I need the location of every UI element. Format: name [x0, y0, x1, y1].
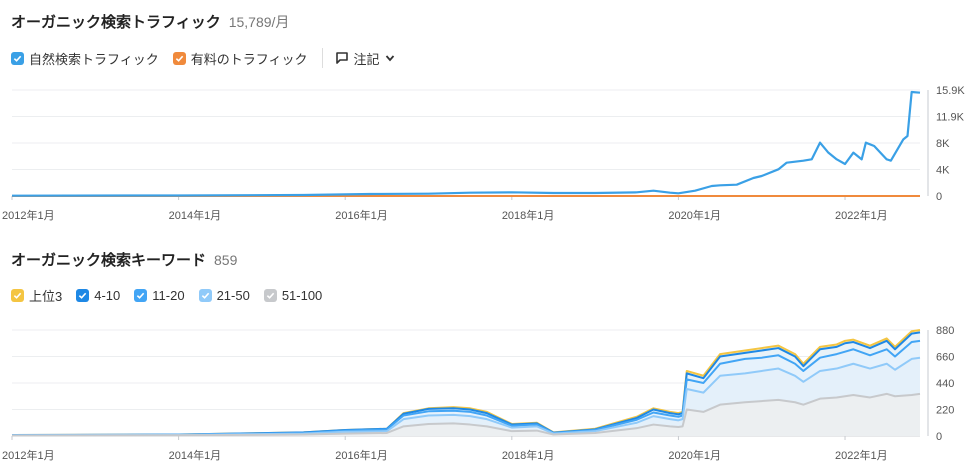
checkbox-checked-icon[interactable]	[76, 289, 90, 302]
legend-paid-traffic[interactable]: 有料のトラフィック	[172, 49, 308, 68]
legend-label: 21-50	[216, 288, 250, 303]
legend-11-20[interactable]: 11-20	[134, 288, 185, 303]
notes-label: 注記	[353, 51, 380, 67]
y-tick-label: 0	[936, 431, 942, 443]
y-tick-label: 4K	[936, 165, 950, 177]
x-tick-label: 2014年1月	[169, 448, 222, 462]
keywords-chart: 0 220 440 660 880 2012年1月 2014年1月 2016年1月 2018年1…	[2, 325, 954, 462]
x-tick-label: 2022年1月	[835, 448, 888, 462]
x-tick-label: 2016年1月	[335, 448, 388, 462]
legend-label: 有料のトラフィック	[190, 51, 308, 67]
divider	[321, 48, 323, 68]
legend-51-100[interactable]: 51-100	[263, 288, 323, 303]
y-tick-label: 440	[936, 378, 954, 390]
notes-dropdown[interactable]: 注記	[335, 49, 395, 68]
legend-label: 上位3	[29, 289, 63, 304]
chevron-down-icon	[385, 53, 395, 63]
checkbox-checked-icon[interactable]	[134, 289, 148, 302]
x-tick-label: 2014年1月	[169, 208, 222, 222]
y-tick-label: 220	[936, 405, 954, 417]
legend-top3[interactable]: 上位3	[11, 286, 62, 305]
y-tick-label: 15.9K	[936, 85, 965, 97]
checkbox-checked-icon[interactable]	[11, 51, 24, 65]
series-line-organic-traffic	[11, 90, 921, 197]
legend-label: 11-20	[152, 288, 185, 303]
checkbox-checked-icon[interactable]	[172, 51, 186, 65]
traffic-chart: 0 4K 8K 11.9K 15.9K 2012年1月 2014年1月 2016年1月 2018…	[2, 85, 965, 222]
y-tick-label: 0	[936, 191, 942, 203]
x-tick-label: 2016年1月	[335, 208, 388, 222]
legend-label: 4-10	[94, 288, 121, 303]
x-tick-label: 2018年1月	[502, 208, 555, 222]
keywords-title: オーガニック検索キーワード 859	[11, 249, 237, 270]
x-tick-label: 2018年1月	[502, 448, 555, 462]
traffic-value: 15,789/月	[228, 14, 290, 30]
y-tick-label: 660	[936, 352, 954, 364]
y-tick-label: 11.9K	[936, 112, 965, 124]
legend-label: 51-100	[281, 288, 323, 303]
x-tick-label: 2012年1月	[2, 208, 55, 222]
keywords-value: 859	[214, 252, 238, 268]
keywords-legend: 上位3 4-10 11-20 21-50 51-100	[11, 286, 336, 305]
checkbox-checked-icon[interactable]	[263, 289, 277, 302]
traffic-title: オーガニック検索トラフィック 15,789/月	[11, 11, 289, 32]
traffic-legend: 自然検索トラフィック 有料のトラフィック 注記	[11, 48, 395, 68]
y-tick-label: 880	[936, 325, 954, 337]
x-tick-label: 2020年1月	[668, 208, 721, 222]
y-tick-label: 8K	[936, 138, 950, 150]
legend-label: 自然検索トラフィック	[29, 51, 159, 67]
legend-4-10[interactable]: 4-10	[76, 288, 120, 303]
checkbox-checked-icon[interactable]	[198, 289, 212, 302]
checkbox-checked-icon[interactable]	[11, 289, 24, 302]
x-tick-label: 2012年1月	[2, 448, 55, 462]
legend-organic-traffic[interactable]: 自然検索トラフィック	[11, 49, 159, 68]
comment-icon	[335, 51, 349, 65]
traffic-title-text: オーガニック検索トラフィック	[11, 14, 221, 31]
legend-21-50[interactable]: 21-50	[198, 288, 250, 303]
x-tick-label: 2020年1月	[668, 448, 721, 462]
x-tick-label: 2022年1月	[835, 208, 888, 222]
keywords-title-text: オーガニック検索キーワード	[11, 252, 207, 269]
